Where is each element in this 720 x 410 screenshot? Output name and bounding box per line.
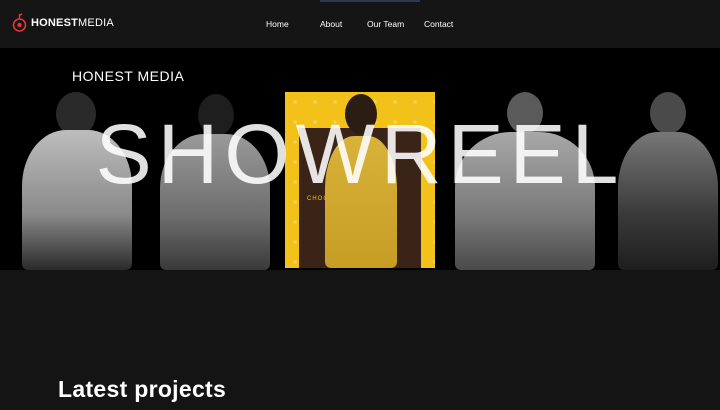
nav-link-contact[interactable]: Contact [424, 19, 453, 29]
showreel-headline: SHOWREEL [95, 107, 625, 201]
hero-kicker: HONEST MEDIA [72, 68, 185, 84]
nav-link-about[interactable]: About [320, 19, 342, 29]
showreel-hero[interactable]: HONEST MEDIA CHOC SHOWREEL [0, 48, 720, 270]
nav-link-our-team[interactable]: Our Team [367, 19, 404, 29]
latest-projects-title: Latest projects [58, 376, 227, 402]
navbar: HONESTMEDIA Home About Our Team Contact [0, 0, 720, 48]
nav-link-home[interactable]: Home [266, 19, 289, 29]
main-nav: Home About Our Team Contact [0, 19, 720, 31]
navbar-accent-line [320, 0, 420, 2]
